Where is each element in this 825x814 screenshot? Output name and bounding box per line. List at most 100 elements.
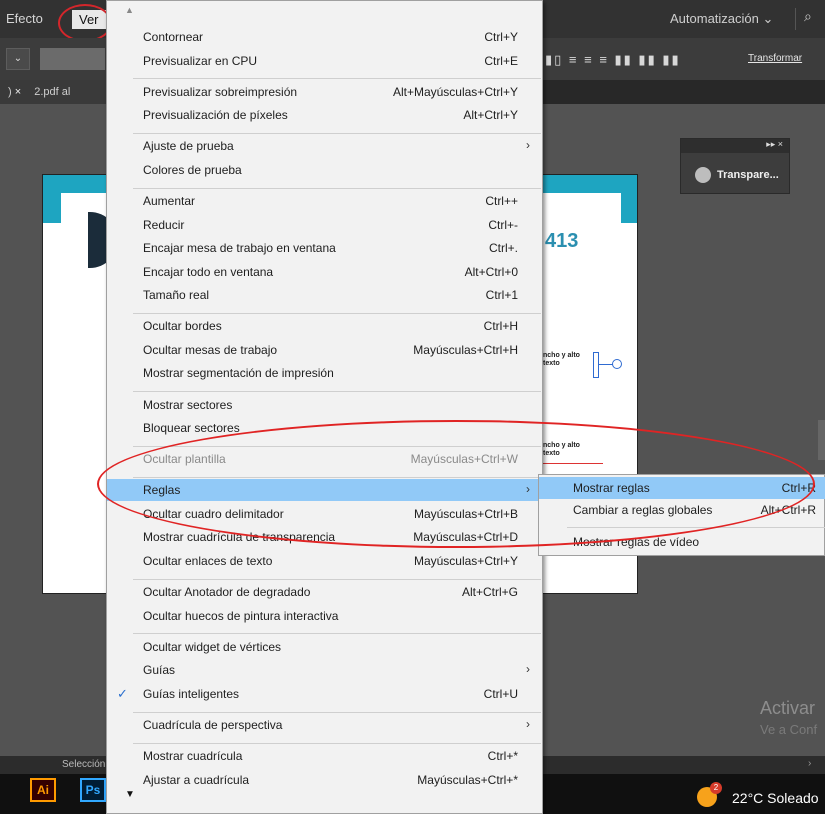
text-frame-handle[interactable] [593,352,599,378]
menu-separator [133,187,541,189]
menu-item-shortcut: Ctrl+* [487,749,518,764]
menu-item-shortcut: Ctrl+. [488,241,518,256]
menu-item-label: Aumentar [143,194,196,209]
chevron-right-icon[interactable]: › [808,758,811,769]
workspace-switcher[interactable]: Automatización ⌄ [670,11,773,27]
menu-item-shortcut: Mayúsculas+Ctrl+* [417,772,518,787]
menu-separator [133,711,541,713]
menu-item-label: Previsualización de píxeles [143,108,288,123]
menu-item-tamano-real[interactable]: Tamaño real Ctrl+1 [107,284,542,306]
chevron-down-icon: ⌄ [762,11,774,26]
menu-item-label: Ocultar enlaces de texto [143,553,273,568]
menu-item-encajar-mesa-de-trabajo-en-ventana[interactable]: Encajar mesa de trabajo en ventana Ctrl+. [107,237,542,259]
menu-item-label: Mostrar segmentación de impresión [143,366,334,381]
artboard-text-1[interactable]: ncho y alto texto [543,352,580,368]
menu-item-label: Ajuste de prueba [143,139,234,154]
status-selection[interactable]: Selección [62,759,105,770]
control-field[interactable] [40,48,105,70]
menu-item-shortcut: Ctrl+H [483,319,518,334]
menu-item-cuadricula-de-perspectiva[interactable]: Cuadrícula de perspectiva › [107,714,542,736]
menu-item-label: Encajar mesa de trabajo en ventana [143,241,336,256]
menu-item-label: Guías inteligentes [143,686,240,701]
menu-item-label: Contornear [143,30,204,44]
transformar-link[interactable]: Transformar [748,53,802,64]
menu-item-label: Colores de prueba [143,162,242,177]
text-thread-line [599,364,613,365]
menu-item-shortcut: Alt+Ctrl+0 [464,264,518,279]
menu-separator [133,78,541,80]
transparency-panel[interactable]: ▸▸ × Transpare... [680,138,790,194]
workspace-label: Automatización [670,11,759,26]
chevron-right-icon: › [526,717,530,731]
menu-item-label: Mostrar cuadrícula [143,749,243,764]
menu-item-shortcut: Alt+Ctrl+G [461,585,518,600]
align-icons[interactable]: ▮▯ ≡ ≡ ≡ ▮▮ ▮▮ ▮▮ [545,52,681,68]
search-icon[interactable]: ⌕ [795,8,825,30]
menu-item-shortcut: Ctrl++ [485,194,518,209]
menu-separator [133,633,541,635]
menu-separator [133,391,541,393]
weather-badge: 2 [710,782,722,794]
menu-item-contornear[interactable]: Contornear Ctrl+Y [107,26,542,48]
menu-item-ocultar-widget-de-vertices[interactable]: Ocultar widget de vértices [107,636,542,658]
menu-item-encajar-todo-en-ventana[interactable]: Encajar todo en ventana Alt+Ctrl+0 [107,261,542,283]
activation-watermark-2: Ve a Conf [760,722,818,737]
panel-dock-edge[interactable] [818,420,825,460]
menu-item-shortcut: Alt+Mayúsculas+Ctrl+Y [392,84,518,99]
menu-item-ocultar-enlaces-de-texto[interactable]: Ocultar enlaces de texto Mayúsculas+Ctrl+… [107,550,542,572]
menu-item-shortcut: Alt+Ctrl+Y [463,108,518,123]
menu-item-shortcut: Ctrl+1 [485,288,518,303]
menu-item-guias-inteligentes[interactable]: ✓ Guías inteligentes Ctrl+U [107,683,542,705]
menu-item-previsualizar-en-cpu[interactable]: Previsualizar en CPU Ctrl+E [107,50,542,72]
menu-item-ocultar-bordes[interactable]: Ocultar bordes Ctrl+H [107,315,542,337]
menu-item-label: Ocultar bordes [143,319,222,334]
menu-separator [133,578,541,580]
menu-item-guias[interactable]: Guías › [107,659,542,681]
tab-prefix: ) [8,86,12,98]
close-icon[interactable]: × [15,86,21,98]
menu-item-colores-de-prueba[interactable]: Colores de prueba [107,159,542,181]
menu-item-ocultar-huecos-de-pintura-interactiva[interactable]: Ocultar huecos de pintura interactiva [107,605,542,627]
control-dropdown[interactable]: ⌄ [6,48,30,70]
menu-item-reducir[interactable]: Reducir Ctrl+- [107,214,542,236]
menu-item-mostrar-sectores[interactable]: Mostrar sectores [107,394,542,416]
illustrator-icon[interactable]: Ai [30,778,56,802]
panel-header[interactable]: ▸▸ × [681,139,789,153]
weather-text[interactable]: 22°C Soleado [732,790,819,806]
menu-item-ocultar-anotador-de-degradado[interactable]: Ocultar Anotador de degradado Alt+Ctrl+G [107,581,542,603]
ver-menu: ▲ ▼ Contornear Ctrl+Y Previsualizar en CPU… [106,0,543,814]
menu-item-shortcut: Mayúsculas+Ctrl+H [413,342,518,357]
menu-item-mostrar-cuadricula[interactable]: Mostrar cuadrícula Ctrl+* [107,745,542,767]
scroll-up-icon[interactable]: ▲ [125,5,134,15]
document-tab[interactable]: ) × 2.pdf al [0,80,108,104]
menu-item-label: Cuadrícula de perspectiva [143,718,283,732]
transparency-icon [695,167,711,183]
menu-item-label: Ocultar widget de vértices [143,639,282,654]
annotation-circle-ver [58,4,112,42]
menu-item-label: Previsualizar en CPU [143,53,258,68]
chevron-right-icon: › [526,662,530,677]
menu-item-aumentar[interactable]: Aumentar Ctrl++ [107,190,542,212]
menu-efecto[interactable]: Efecto [6,11,43,26]
menu-separator [133,742,541,744]
menu-item-ajustar-a-cuadricula[interactable]: Ajustar a cuadrícula Mayúsculas+Ctrl+* [107,769,542,791]
menu-item-ocultar-mesas-de-trabajo[interactable]: Ocultar mesas de trabajo Mayúsculas+Ctrl+… [107,339,542,361]
menu-item-label: Guías [143,663,176,678]
menu-item-shortcut: Ctrl+Y [484,30,518,44]
text-thread-port[interactable] [612,359,622,369]
menu-item-shortcut: Ctrl+- [488,217,518,232]
menu-item-label: Bloquear sectores [143,421,240,435]
menu-item-shortcut: Ctrl+U [483,686,518,701]
menu-item-label: Ocultar mesas de trabajo [143,342,278,357]
menu-item-label: Ajustar a cuadrícula [143,772,250,787]
photoshop-icon[interactable]: Ps [80,778,106,802]
artboard-number: 413 [545,230,579,252]
menu-item-mostrar-segmentacion-de-impresion[interactable]: Mostrar segmentación de impresión [107,362,542,384]
menu-item-previsualizacion-de-pixeles[interactable]: Previsualización de píxeles Alt+Ctrl+Y [107,104,542,126]
chevron-right-icon: › [526,138,530,153]
menu-item-shortcut: Mayúsculas+Ctrl+Y [413,553,518,568]
panel-label: Transpare... [717,169,779,181]
menu-item-previsualizar-sobreimpresion[interactable]: Previsualizar sobreimpresión Alt+Mayúscul… [107,81,542,103]
tab-label: 2.pdf al [34,86,71,98]
menu-item-ajuste-de-prueba[interactable]: Ajuste de prueba › [107,135,542,157]
